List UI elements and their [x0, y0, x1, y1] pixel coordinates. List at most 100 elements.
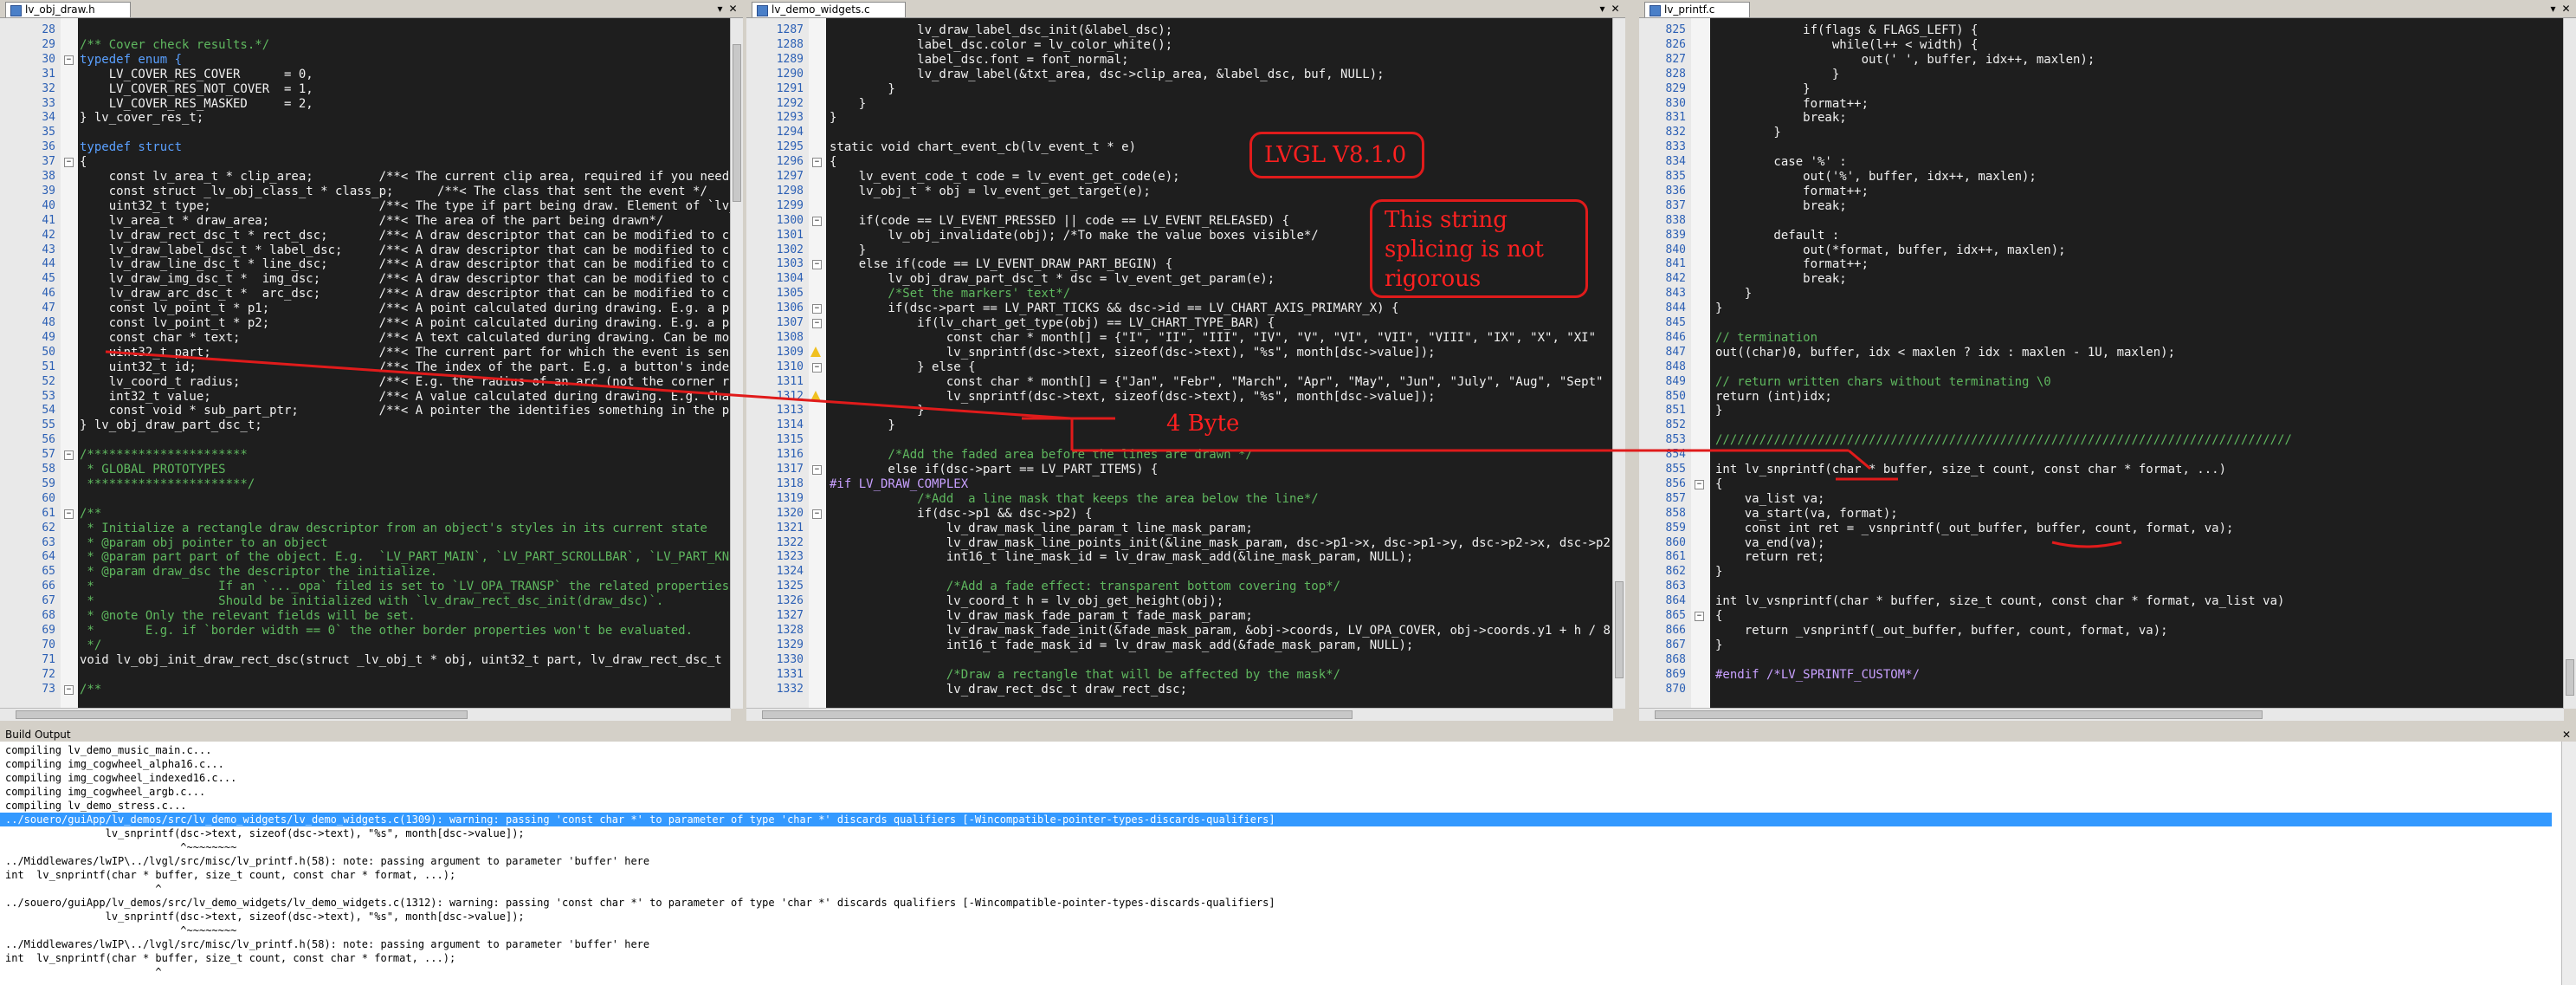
code-line: int lv_snprintf(char * buffer, size_t co… [1715, 463, 2227, 476]
line-number: 41 [42, 213, 55, 227]
code-line: break; [1715, 111, 1847, 126]
close-icon[interactable]: ✕ [1609, 2, 1622, 16]
build-output-line[interactable]: lv_snprintf(dsc->text, sizeof(dsc->text)… [5, 826, 2550, 840]
build-vertical-scrollbar[interactable] [2561, 742, 2576, 985]
build-output-line[interactable]: int lv_snprintf(char * buffer, size_t co… [5, 951, 2550, 965]
fold-toggle-icon[interactable]: − [812, 319, 822, 328]
code-editor[interactable]: 825 if(flags & FLAGS_LEFT) {826 while(l+… [1639, 18, 2564, 709]
line-number: 70 [42, 638, 55, 651]
build-output-title: Build Output [0, 728, 2576, 742]
fold-toggle-icon[interactable]: − [812, 216, 822, 226]
tab-lv-obj-draw-h[interactable]: lv_obj_draw.h [5, 2, 131, 17]
line-number: 42 [42, 228, 55, 242]
line-number: 864 [1665, 594, 1686, 608]
close-icon[interactable]: ✕ [2562, 728, 2571, 742]
build-output-line[interactable]: lv_snprintf(dsc->text, sizeof(dsc->text)… [5, 910, 2550, 923]
code-line: } [830, 96, 867, 111]
close-icon[interactable]: ✕ [2560, 2, 2573, 16]
fold-toggle-icon[interactable]: − [812, 260, 822, 270]
tab-lv-printf-c[interactable]: lv_printf.c [1644, 2, 1751, 17]
code-line: } [830, 111, 837, 126]
line-number: 1299 [776, 198, 804, 212]
build-output-line[interactable]: compiling lv_demo_stress.c... [5, 799, 2550, 813]
line-number: 857 [1665, 491, 1686, 505]
tab-menu-icon[interactable]: ▾ [2547, 2, 2560, 16]
line-number: 858 [1665, 506, 1686, 520]
fold-toggle-icon[interactable]: − [1695, 479, 1704, 489]
horizontal-scrollbar[interactable] [0, 708, 731, 721]
build-output-line[interactable]: ../souero/guiApp/lv_demos/src/lv_demo_wi… [0, 813, 2552, 826]
code-editor[interactable]: 28 29/** Cover check results.*/30− typedef… [0, 18, 731, 709]
vertical-scrollbar[interactable] [2563, 18, 2576, 709]
line-number: 1298 [776, 184, 804, 198]
code-line: format++; [1715, 184, 1869, 198]
close-icon[interactable]: ✕ [726, 2, 739, 16]
build-output-line[interactable]: ^~~~~~~~~ [5, 840, 2550, 854]
code-line: lv_draw_img_dsc_t * img_dsc; /**< A draw… [80, 272, 731, 287]
fold-toggle-icon[interactable]: − [1695, 612, 1704, 621]
line-number: 46 [42, 287, 55, 301]
code-line: out((char)0, buffer, idx < maxlen ? idx … [1715, 345, 2176, 360]
code-line: else if(dsc->part == LV_PART_ITEMS) { [830, 463, 1159, 476]
code-line: typedef struct [80, 140, 183, 155]
build-output-panel: Build Output ✕ compiling lv_demo_music_m… [0, 728, 2576, 985]
horizontal-scrollbar[interactable] [746, 708, 1613, 721]
code-line: * GLOBAL PROTOTYPES [80, 463, 226, 476]
fold-toggle-icon[interactable]: − [64, 55, 74, 65]
fold-toggle-icon[interactable]: − [64, 684, 74, 695]
code-line: } [1715, 81, 1811, 96]
code-line: if(code == LV_EVENT_PRESSED || code == L… [830, 213, 1290, 228]
line-number: 1291 [776, 81, 804, 95]
code-editor[interactable]: 1287 lv_draw_label_dsc_init(&label_dsc);… [746, 18, 1613, 709]
fold-toggle-icon[interactable]: − [64, 509, 74, 519]
fold-toggle-icon[interactable]: − [812, 304, 822, 314]
code-line: label_dsc.font = font_normal; [830, 52, 1129, 67]
line-number: 67 [42, 594, 55, 608]
build-output-line[interactable]: compiling img_cogwheel_argb.c... [5, 785, 2550, 799]
vertical-scrollbar[interactable] [1612, 18, 1625, 709]
line-number: 66 [42, 580, 55, 593]
code-line: const char * month[] = {"I", "II", "III"… [830, 330, 1597, 345]
tab-controls: ▾ ✕ [1596, 2, 1622, 16]
line-number: 1292 [776, 96, 804, 110]
code-line: int16_t fade_mask_id = lv_draw_mask_add(… [830, 638, 1414, 652]
code-line: const char * month[] = {"Jan", "Febr", "… [830, 374, 1604, 389]
code-line: int lv_vsnprintf(char * buffer, size_t c… [1715, 594, 2285, 609]
horizontal-scrollbar[interactable] [1639, 708, 2564, 721]
tab-lv-demo-widgets-c[interactable]: lv_demo_widgets.c [752, 2, 906, 17]
code-line: lv_draw_mask_fade_param_t fade_mask_para… [830, 609, 1253, 623]
code-line: } [830, 404, 925, 418]
fold-toggle-icon[interactable]: − [812, 509, 822, 519]
build-output-line[interactable]: ../Middlewares/lwIP\../lvgl/src/misc/lv_… [5, 854, 2550, 868]
build-output-line[interactable]: ../Middlewares/lwIP\../lvgl/src/misc/lv_… [5, 937, 2550, 951]
build-output-line[interactable]: ^~~~~~~~~ [5, 923, 2550, 937]
build-output-line[interactable]: int lv_snprintf(char * buffer, size_t co… [5, 868, 2550, 882]
line-number: 852 [1665, 418, 1686, 432]
build-output-line[interactable]: ^ [5, 965, 2550, 979]
fold-toggle-icon[interactable]: − [64, 450, 74, 461]
build-output-line[interactable]: ^ [5, 882, 2550, 896]
line-number: 865 [1665, 609, 1686, 622]
code-line: out('%', buffer, idx++, maxlen); [1715, 170, 2037, 184]
tab-menu-icon[interactable]: ▾ [713, 2, 726, 16]
code-line: while(l++ < width) { [1715, 37, 1979, 52]
code-line: lv_draw_mask_line_points_init(&line_mask… [830, 535, 1613, 550]
code-line: uint32_t part; /**< The current part for… [80, 345, 731, 360]
vertical-scrollbar[interactable] [730, 18, 743, 709]
code-line: } lv_cover_res_t; [80, 111, 204, 126]
line-number: 1294 [776, 126, 804, 139]
line-number: 842 [1665, 272, 1686, 286]
build-output-line[interactable]: compiling img_cogwheel_alpha16.c... [5, 757, 2550, 771]
fold-toggle-icon[interactable]: − [812, 362, 822, 373]
build-output-line[interactable]: compiling img_cogwheel_indexed16.c... [5, 771, 2550, 785]
fold-toggle-icon[interactable]: − [64, 158, 74, 168]
tab-menu-icon[interactable]: ▾ [1596, 2, 1609, 16]
line-number: 1307 [776, 316, 804, 329]
line-number: 1332 [776, 682, 804, 696]
build-output-line[interactable]: ../souero/guiApp/lv_demos/src/lv_demo_wi… [5, 896, 2550, 910]
fold-toggle-icon[interactable]: − [812, 158, 822, 168]
build-output-line[interactable]: compiling lv_demo_music_main.c... [5, 743, 2550, 757]
line-number: 1310 [776, 360, 804, 373]
fold-toggle-icon[interactable]: − [812, 465, 822, 475]
code-line: lv_area_t * draw_area; /**< The area of … [80, 213, 664, 228]
